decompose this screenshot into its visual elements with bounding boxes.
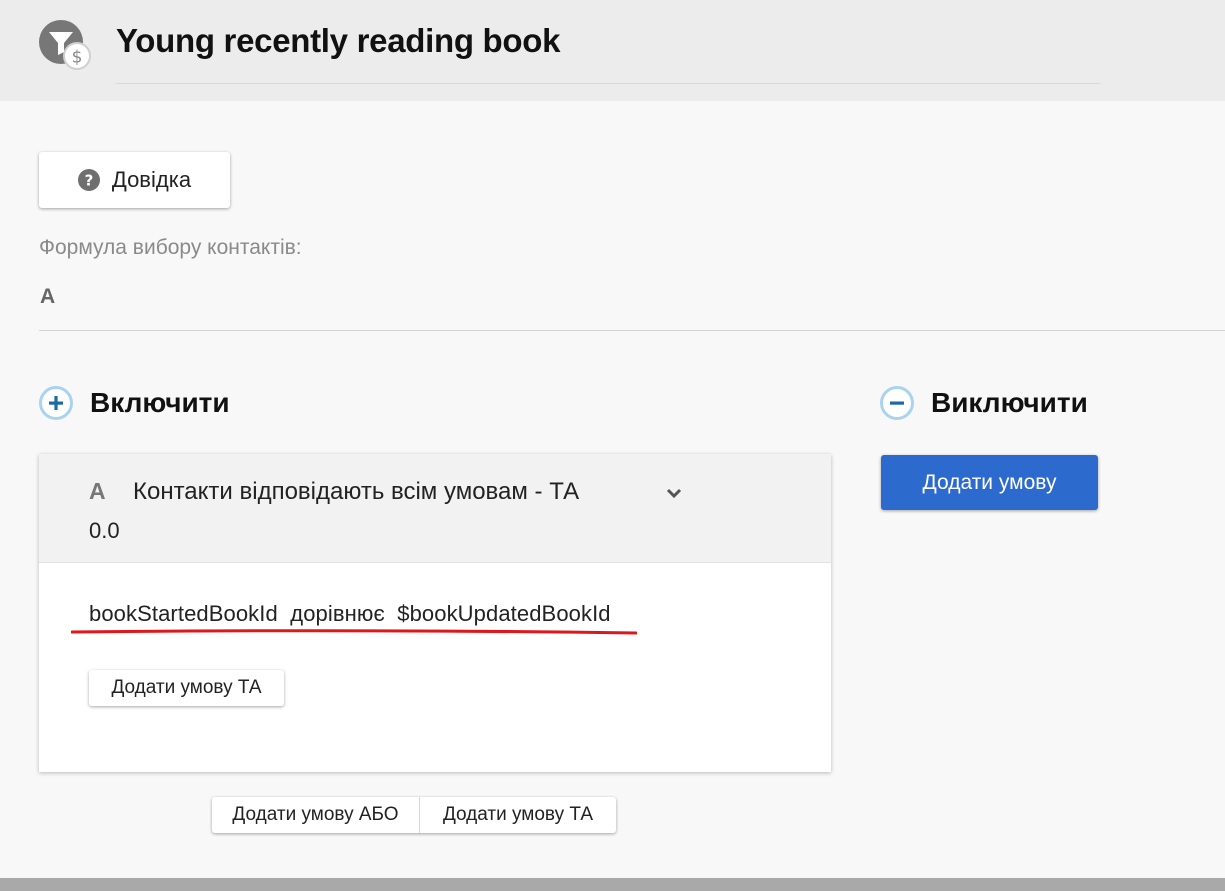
plus-circle-icon[interactable]: [39, 386, 73, 420]
group-title: Контакти відповідають всім умовам - ТА: [133, 478, 580, 505]
condition-rule[interactable]: bookStartedBookId дорівнює $bookUpdatedB…: [89, 601, 611, 627]
minus-circle-icon[interactable]: [880, 386, 914, 420]
formula-value: A: [40, 285, 56, 308]
group-letter: A: [89, 478, 106, 504]
exclude-heading: Виключити: [880, 386, 1088, 420]
header-divider: [116, 83, 1100, 84]
question-circle-icon: ?: [77, 169, 100, 191]
group-add-buttons: Додати умову АБО Додати умову ТА: [212, 797, 616, 833]
condition-group-card: A Контакти відповідають всім умовам - ТА…: [39, 454, 831, 772]
section-divider: [39, 330, 1225, 331]
group-score: 0.0: [89, 518, 120, 543]
svg-text:?: ?: [85, 172, 94, 190]
red-underline-mark: [71, 629, 637, 635]
include-heading-text: Включити: [90, 387, 230, 418]
svg-text:$: $: [72, 48, 83, 68]
segment-funnel-dollar-icon: $: [39, 20, 91, 70]
page-title: Young recently reading book: [116, 22, 561, 59]
add-exclude-condition-button[interactable]: Додати умову: [881, 455, 1098, 510]
page-header: $ Young recently reading book: [0, 0, 1225, 101]
add-and-condition-button[interactable]: Додати умову ТА: [89, 670, 284, 706]
add-or-condition-button[interactable]: Додати умову АБО: [212, 797, 420, 833]
footer-bar: [0, 878, 1225, 891]
formula-label: Формула вибору контактів:: [39, 236, 302, 259]
exclude-heading-text: Виключити: [931, 387, 1088, 418]
chevron-down-icon[interactable]: [665, 484, 683, 502]
add-and-group-button[interactable]: Додати умову ТА: [420, 797, 616, 833]
include-heading: Включити: [39, 386, 230, 420]
condition-group-header: A Контакти відповідають всім умовам - ТА…: [39, 454, 831, 563]
help-button[interactable]: ? Довідка: [39, 152, 230, 208]
help-button-label: Довідка: [111, 167, 192, 192]
